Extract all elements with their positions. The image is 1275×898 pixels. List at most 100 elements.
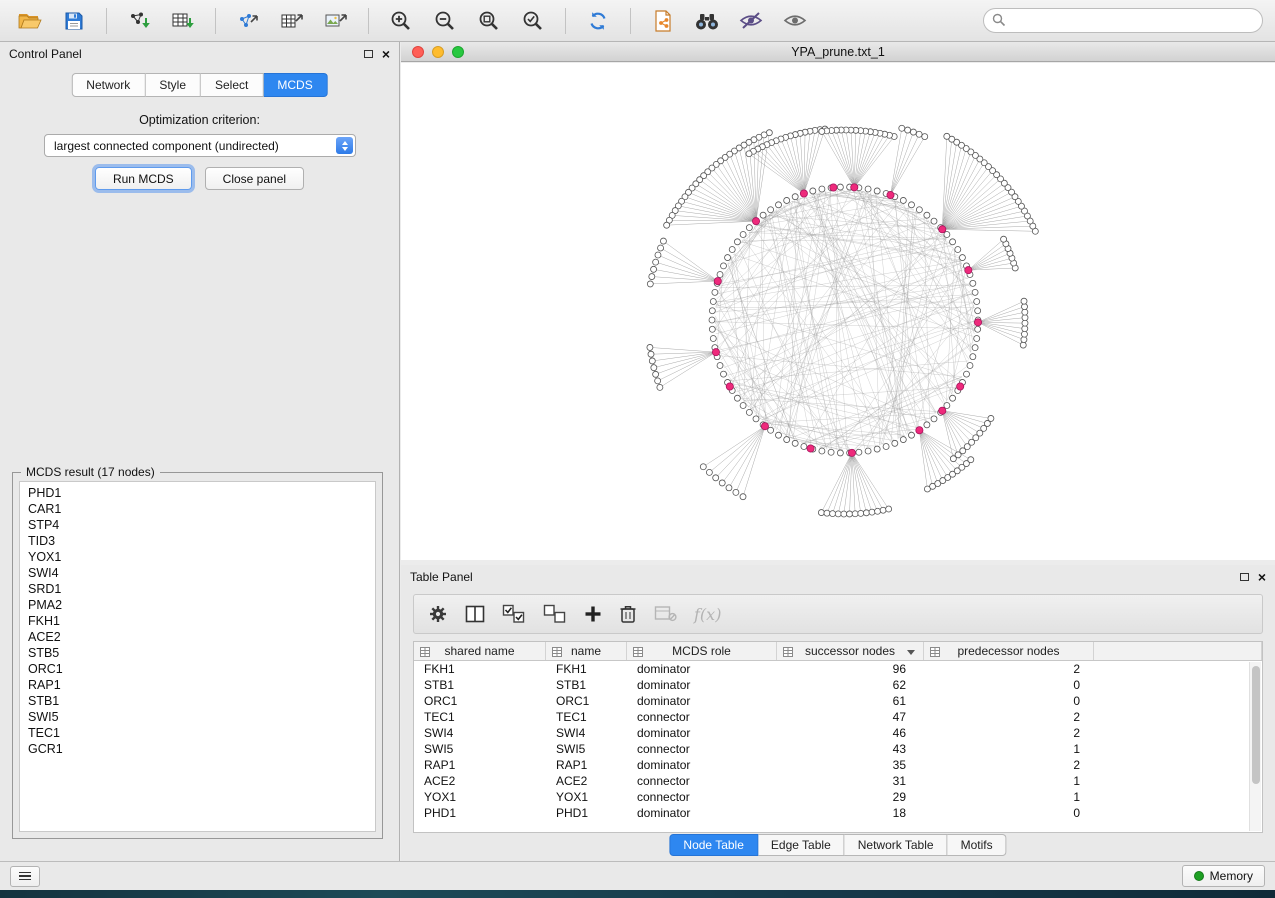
table-row[interactable]: SWI4SWI4dominator462 bbox=[414, 725, 1262, 741]
close-panel-button[interactable]: Close panel bbox=[205, 167, 304, 190]
save-session-button[interactable] bbox=[56, 4, 92, 38]
show-columns-button[interactable] bbox=[465, 605, 485, 623]
zoom-selected-button[interactable] bbox=[515, 4, 551, 38]
mcds-result-item[interactable]: GCR1 bbox=[20, 741, 375, 757]
tab-network-table[interactable]: Network Table bbox=[845, 834, 948, 856]
eye-slash-icon bbox=[739, 11, 763, 30]
tab-edge-table[interactable]: Edge Table bbox=[758, 834, 845, 856]
toolbar-search bbox=[983, 8, 1263, 33]
chevron-down-icon[interactable] bbox=[907, 650, 915, 655]
select-all-columns-button[interactable] bbox=[502, 604, 526, 624]
mcds-result-item[interactable]: STB1 bbox=[20, 693, 375, 709]
column-header-shared-name[interactable]: shared name bbox=[414, 642, 546, 660]
network-window-titlebar[interactable]: YPA_prune.txt_1 bbox=[401, 42, 1275, 62]
zoom-selected-icon bbox=[522, 10, 544, 32]
table-row[interactable]: PHD1PHD1dominator180 bbox=[414, 805, 1262, 821]
mcds-result-item[interactable]: TID3 bbox=[20, 533, 375, 549]
table-row[interactable]: TEC1TEC1connector472 bbox=[414, 709, 1262, 725]
mcds-result-item[interactable]: STB5 bbox=[20, 645, 375, 661]
tab-node-table[interactable]: Node Table bbox=[669, 834, 758, 856]
mcds-result-item[interactable]: SWI5 bbox=[20, 709, 375, 725]
search-input[interactable] bbox=[983, 8, 1263, 33]
mcds-result-item[interactable]: RAP1 bbox=[20, 677, 375, 693]
mcds-result-item[interactable]: TEC1 bbox=[20, 725, 375, 741]
scrollbar-thumb[interactable] bbox=[1252, 666, 1260, 784]
mcds-result-item[interactable]: ORC1 bbox=[20, 661, 375, 677]
network-graph-canvas[interactable] bbox=[401, 63, 1275, 560]
table-row[interactable]: YOX1YOX1connector291 bbox=[414, 789, 1262, 805]
table-cell: 47 bbox=[777, 710, 924, 724]
run-mcds-button[interactable]: Run MCDS bbox=[95, 167, 192, 190]
table-cell: FKH1 bbox=[414, 662, 546, 676]
export-table-button[interactable] bbox=[274, 4, 310, 38]
column-header-mcds-role[interactable]: MCDS role bbox=[627, 642, 777, 660]
mcds-result-list[interactable]: PHD1CAR1STP4TID3YOX1SWI4SRD1PMA2FKH1ACE2… bbox=[19, 481, 376, 832]
table-cell: STB1 bbox=[546, 678, 627, 692]
float-panel-icon[interactable] bbox=[364, 50, 373, 58]
mcds-result-item[interactable]: YOX1 bbox=[20, 549, 375, 565]
tab-select[interactable]: Select bbox=[201, 73, 263, 97]
close-panel-icon[interactable]: × bbox=[382, 47, 390, 61]
close-window-icon[interactable] bbox=[412, 46, 424, 58]
refresh-button[interactable] bbox=[580, 4, 616, 38]
table-cell: RAP1 bbox=[546, 758, 627, 772]
table-cell: 31 bbox=[777, 774, 924, 788]
export-network-icon bbox=[237, 11, 260, 31]
import-table-button[interactable] bbox=[165, 4, 201, 38]
checked-boxes-icon bbox=[502, 604, 526, 624]
table-row[interactable]: ACE2ACE2connector311 bbox=[414, 773, 1262, 789]
tab-style[interactable]: Style bbox=[145, 73, 201, 97]
zoom-in-button[interactable] bbox=[383, 4, 419, 38]
table-cell: 1 bbox=[924, 774, 1094, 788]
mcds-result-item[interactable]: PMA2 bbox=[20, 597, 375, 613]
maximize-window-icon[interactable] bbox=[452, 46, 464, 58]
table-cell: connector bbox=[627, 790, 777, 804]
task-history-button[interactable] bbox=[10, 866, 40, 887]
export-image-button[interactable] bbox=[318, 4, 354, 38]
tab-mcds[interactable]: MCDS bbox=[263, 73, 327, 97]
status-bar: Memory bbox=[0, 861, 1275, 890]
show-details-button[interactable] bbox=[777, 4, 813, 38]
delete-column-button[interactable] bbox=[619, 604, 637, 624]
mcds-result-item[interactable]: PHD1 bbox=[20, 485, 375, 501]
mcds-result-item[interactable]: FKH1 bbox=[20, 613, 375, 629]
table-row[interactable]: RAP1RAP1dominator352 bbox=[414, 757, 1262, 773]
table-settings-button[interactable] bbox=[428, 604, 448, 624]
deselect-all-columns-button[interactable] bbox=[543, 604, 567, 624]
column-header-successor-nodes[interactable]: successor nodes bbox=[777, 642, 924, 660]
table-row[interactable]: FKH1FKH1dominator962 bbox=[414, 661, 1262, 677]
table-row[interactable]: STB1STB1dominator620 bbox=[414, 677, 1262, 693]
close-panel-icon[interactable]: × bbox=[1258, 570, 1266, 584]
import-network-button[interactable] bbox=[121, 4, 157, 38]
zoom-out-button[interactable] bbox=[427, 4, 463, 38]
memory-label: Memory bbox=[1210, 869, 1253, 883]
create-column-button[interactable] bbox=[584, 605, 602, 623]
zoom-fit-button[interactable] bbox=[471, 4, 507, 38]
hide-details-button[interactable] bbox=[733, 4, 769, 38]
column-header-predecessor-nodes[interactable]: predecessor nodes bbox=[924, 642, 1094, 660]
mcds-result-item[interactable]: STP4 bbox=[20, 517, 375, 533]
column-header-name[interactable]: name bbox=[546, 642, 627, 660]
control-panel: Control Panel × Network Style Select MCD… bbox=[0, 42, 400, 861]
export-network-button[interactable] bbox=[230, 4, 266, 38]
export-table-icon bbox=[281, 11, 304, 31]
mcds-result-item[interactable]: CAR1 bbox=[20, 501, 375, 517]
tab-motifs[interactable]: Motifs bbox=[948, 834, 1007, 856]
table-row[interactable]: SWI5SWI5connector431 bbox=[414, 741, 1262, 757]
find-button[interactable] bbox=[689, 4, 725, 38]
table-scrollbar[interactable] bbox=[1249, 662, 1261, 831]
mcds-result-item[interactable]: SWI4 bbox=[20, 565, 375, 581]
clone-network-button[interactable] bbox=[645, 4, 681, 38]
memory-button[interactable]: Memory bbox=[1182, 865, 1265, 887]
open-file-button[interactable] bbox=[12, 4, 48, 38]
minimize-window-icon[interactable] bbox=[432, 46, 444, 58]
table-cell: dominator bbox=[627, 678, 777, 692]
float-panel-icon[interactable] bbox=[1240, 573, 1249, 581]
table-row[interactable]: ORC1ORC1dominator610 bbox=[414, 693, 1262, 709]
mcds-result-item[interactable]: ACE2 bbox=[20, 629, 375, 645]
tab-network[interactable]: Network bbox=[71, 73, 145, 97]
table-cell: SWI5 bbox=[546, 742, 627, 756]
mcds-result-item[interactable]: SRD1 bbox=[20, 581, 375, 597]
plus-icon bbox=[584, 605, 602, 623]
criterion-dropdown[interactable]: largest connected component (undirected) bbox=[44, 134, 356, 157]
